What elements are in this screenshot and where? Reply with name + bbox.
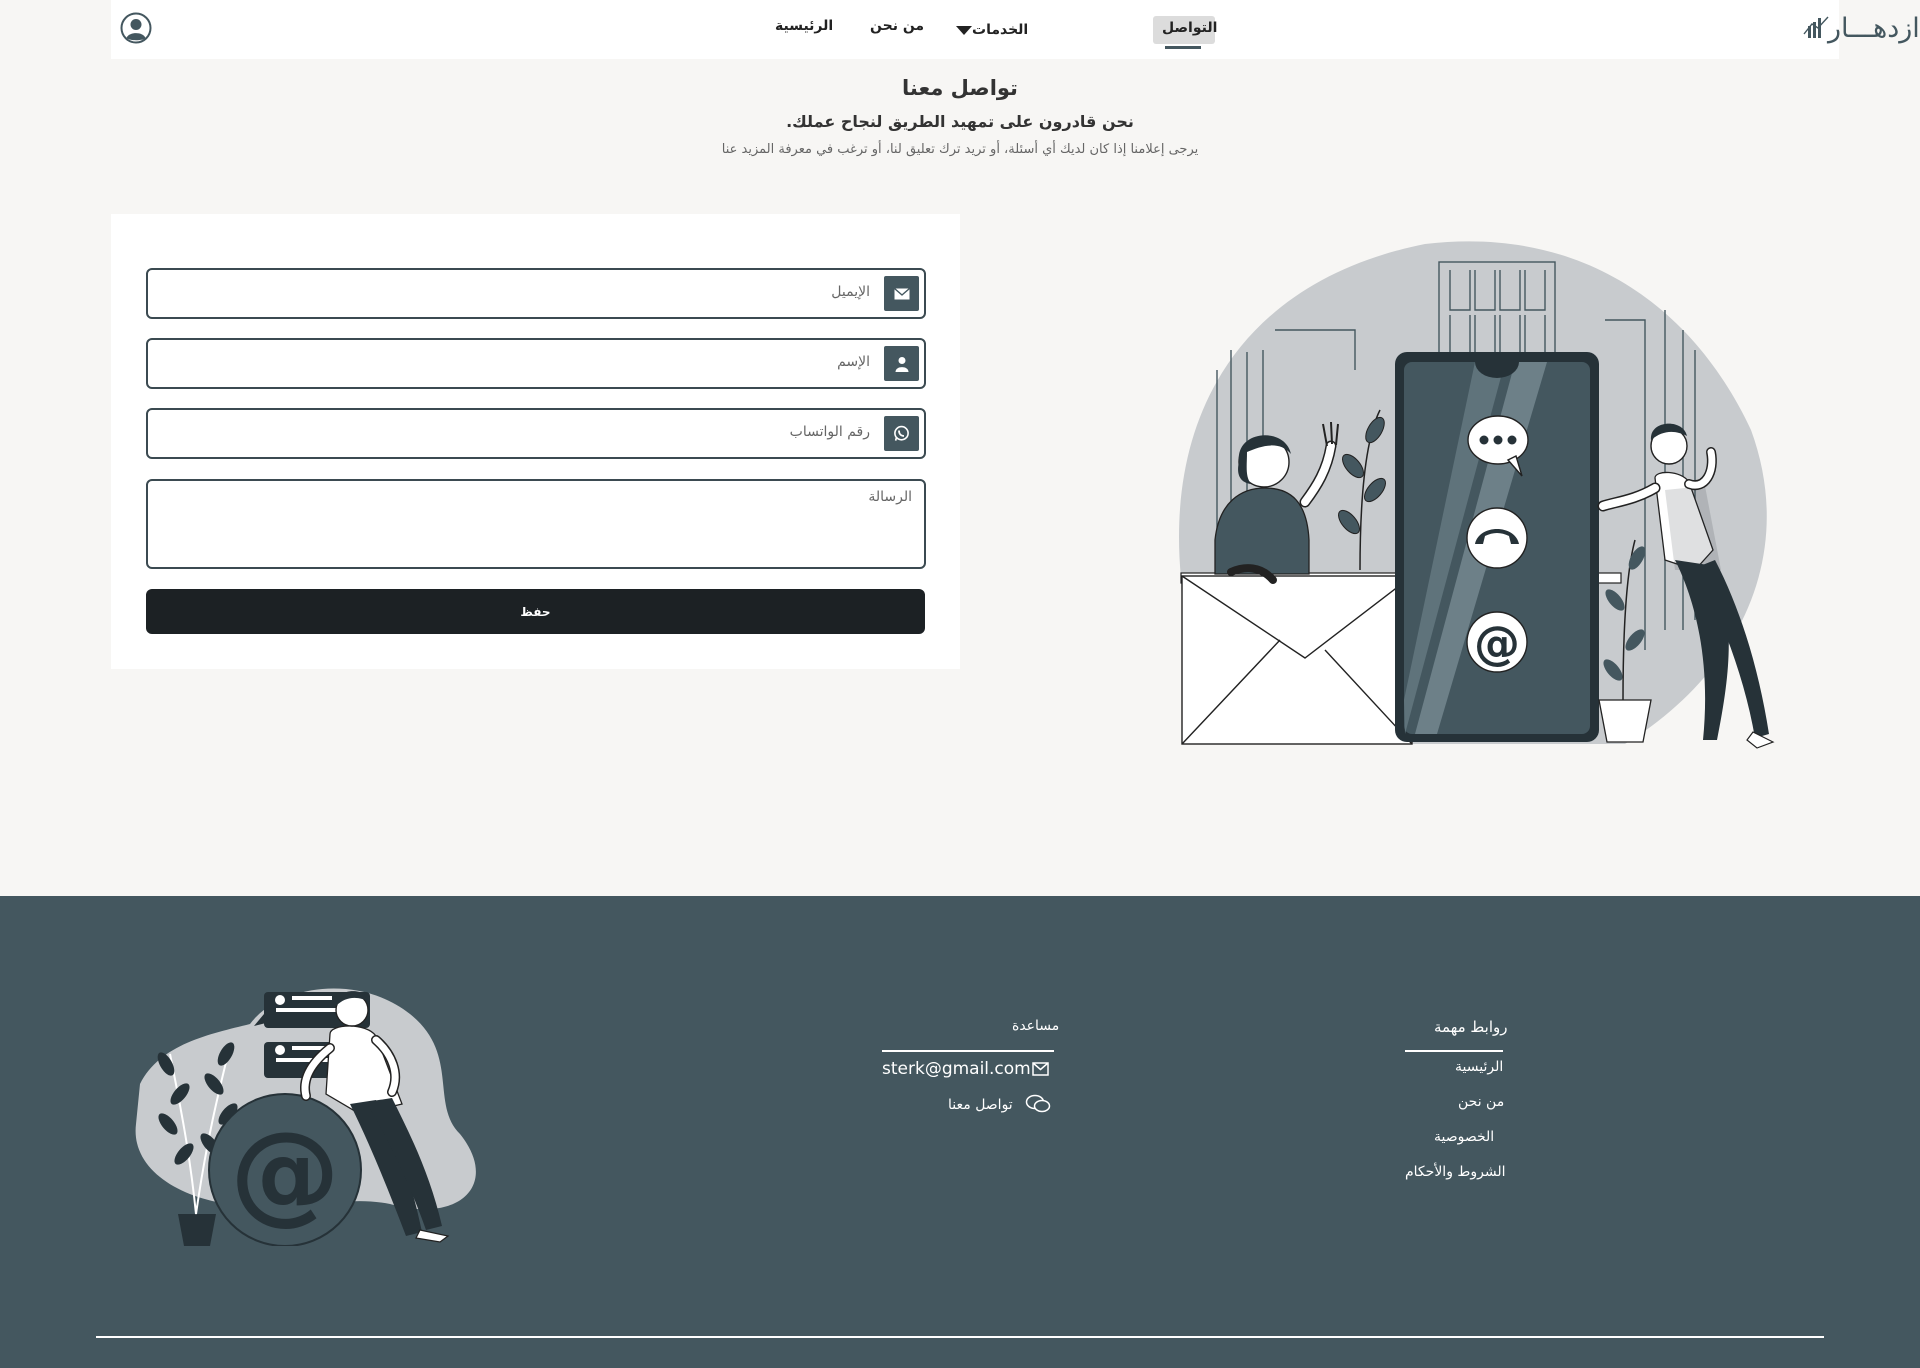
envelope-icon (1032, 1062, 1049, 1076)
contact-us-link[interactable]: تواصل معنا (948, 1094, 1013, 1113)
footer-bottom-divider (96, 1336, 1824, 1338)
page-description: يرجى إعلامنا إذا كان لديك أي أسئلة، أو ت… (721, 142, 1199, 157)
footer-link-about[interactable]: من نحن (1458, 1094, 1504, 1110)
footer-illustration: @ (135, 988, 476, 1246)
page-subtitle: نحن قادرون على تمهيد الطريق لنجاح عملك. (786, 112, 1134, 131)
nav-about[interactable]: من نحن (870, 18, 924, 34)
chevron-down-icon (956, 25, 972, 35)
contact-us-text: تواصل معنا (948, 1097, 1013, 1113)
name-field[interactable]: الإسم (146, 338, 926, 389)
nav-services[interactable]: الخدمات (951, 22, 1028, 38)
email-placeholder: الإيميل (831, 284, 870, 300)
help-heading: مساعدة (1012, 1018, 1060, 1034)
nav-active-underline (1165, 46, 1201, 49)
nav-services-label: الخدمات (972, 22, 1029, 38)
logo-chart-icon (1803, 16, 1829, 38)
nav-contact[interactable]: التواصل (1162, 20, 1217, 36)
whatsapp-field[interactable]: رقم الواتساب (146, 408, 926, 459)
user-circle-icon[interactable] (120, 12, 152, 48)
save-button[interactable]: حفظ (146, 589, 925, 634)
name-placeholder: الإسم (837, 354, 870, 370)
logo[interactable]: ازدهـــار (1828, 13, 1920, 44)
message-textarea[interactable]: الرسالة (146, 479, 926, 569)
footer-link-home[interactable]: الرئيسية (1455, 1059, 1503, 1075)
navbar: الرئيسية من نحن الخدمات التواصل ازدهـــا… (111, 0, 1920, 59)
footer-link-privacy[interactable]: الخصوصية (1434, 1129, 1494, 1145)
chat-icon (1025, 1094, 1051, 1113)
logo-text: ازدهـــار (1828, 13, 1920, 44)
whatsapp-placeholder: رقم الواتساب (789, 424, 870, 440)
message-placeholder: الرسالة (868, 489, 912, 505)
email-text: sterk@gmail.com (882, 1059, 1031, 1079)
user-icon (884, 346, 919, 381)
links-heading: روابط مهمة (1434, 1018, 1508, 1036)
footer: @ مساعدة sterk@gmail.com تواصل معنا رواب… (0, 896, 1920, 1368)
help-divider (882, 1050, 1054, 1052)
email-field[interactable]: الإيميل (146, 268, 926, 319)
page-title: تواصل معنا (902, 76, 1018, 100)
links-divider (1405, 1050, 1503, 1052)
svg-text:@: @ (1474, 616, 1520, 670)
contact-illustration: @ (1179, 241, 1775, 749)
nav-home[interactable]: الرئيسية (775, 18, 833, 34)
save-button-label: حفظ (520, 604, 551, 619)
envelope-icon (884, 276, 919, 311)
whatsapp-icon (884, 416, 919, 451)
svg-text:@: @ (230, 1108, 340, 1236)
footer-link-terms[interactable]: الشروط والأحكام (1405, 1164, 1505, 1180)
email-link[interactable]: sterk@gmail.com (882, 1059, 1031, 1079)
